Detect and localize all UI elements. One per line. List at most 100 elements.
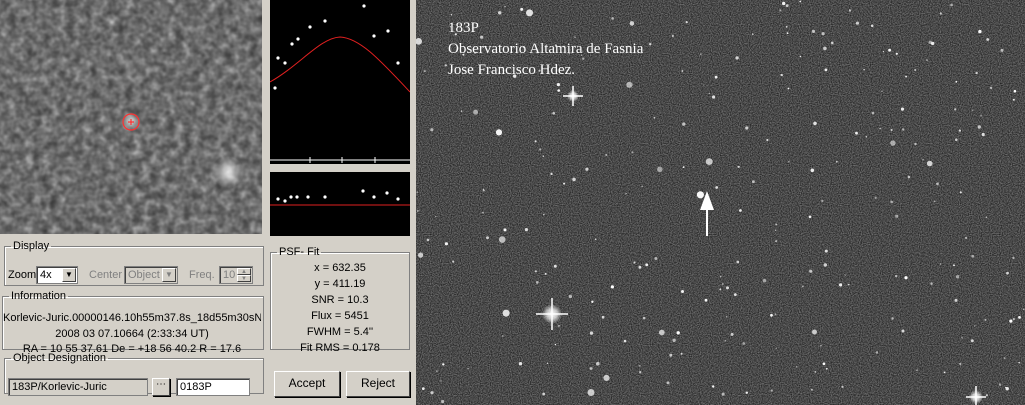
star [775,347,777,349]
star [820,345,822,347]
star [770,313,773,317]
object-code-value: 0183P [180,381,212,393]
star [895,214,899,218]
star [436,370,438,372]
star [733,293,737,296]
star [685,21,688,24]
star [736,260,740,264]
star-field [416,0,1025,405]
chevron-down-icon[interactable]: ▼ [162,268,176,282]
star [611,17,614,20]
star [914,142,917,146]
psf-fit-rms: Fit RMS = 0.178 [300,342,380,354]
star [671,34,674,38]
star [1013,89,1017,93]
star [808,215,812,219]
star [714,75,718,79]
star [821,31,825,36]
star [998,383,1002,386]
star [639,371,642,374]
star [984,318,987,321]
star [955,80,958,83]
star [435,216,437,218]
star [875,351,879,354]
star [985,216,988,218]
star [855,131,858,135]
spin-down-icon[interactable]: ▼ [237,275,251,282]
spin-up-icon[interactable]: ▲ [237,268,251,275]
star [890,200,893,204]
chevron-down-icon[interactable]: ▼ [62,268,76,282]
star [844,274,846,276]
star [504,6,506,8]
star [980,115,982,117]
star [907,175,911,179]
star [931,41,935,46]
star [676,331,680,335]
psf-y: y = 411.19 [314,278,366,290]
star [589,331,594,335]
star [680,352,683,355]
star [870,24,874,28]
star [841,385,844,388]
star [972,109,974,111]
center-select[interactable]: Object ▼ [124,266,178,284]
star [482,189,485,192]
accept-button[interactable]: Accept [274,371,340,397]
star [986,38,990,41]
center-label: Center [89,269,123,281]
star [989,86,993,90]
star [895,52,898,55]
object-code-field[interactable]: 0183P [176,378,250,396]
star [502,335,504,337]
star [430,391,434,395]
freq-label: Freq. [189,269,215,281]
star [629,21,635,26]
star [610,285,614,289]
star [699,53,702,56]
star [974,325,976,327]
star [572,177,576,182]
star [799,55,802,58]
star [441,399,445,404]
psf-fwhm: FWHM = 5.4'' [306,326,374,338]
psf-profile-plot [269,0,411,164]
star [467,368,469,370]
star [737,165,740,168]
star [895,274,898,278]
star [486,236,489,240]
star [557,89,560,92]
star [810,168,815,173]
star [835,160,838,163]
zoom-window[interactable] [0,0,262,234]
star [473,109,479,115]
star [775,240,778,243]
star [742,342,746,345]
star [416,209,419,212]
star [557,324,560,327]
star [535,281,539,284]
star [423,70,426,73]
star [871,111,875,115]
star [721,392,725,396]
display-legend: Display [13,240,50,252]
star [926,160,933,167]
star [1012,256,1015,260]
star [421,387,425,390]
zoom-select[interactable]: 4x ▼ [36,266,78,284]
object-name-field[interactable]: 183P/Korlevic-Juric [8,378,148,396]
freq-spinner[interactable]: 10 ▲ ▼ [219,266,253,284]
sky-image[interactable]: 183P Observatorio Altamira de Fasnia Jos… [416,0,1025,405]
object-picker-button[interactable]: ⋯ [152,378,170,396]
star [703,84,705,86]
star [943,371,946,374]
star [498,236,506,243]
star [430,128,434,132]
star [418,252,424,258]
star [1018,361,1020,364]
star [482,188,485,190]
zoom-label: Zoom [8,269,37,281]
reject-button[interactable]: Reject [346,371,410,397]
center-value: Object [128,269,160,281]
star [589,367,593,370]
